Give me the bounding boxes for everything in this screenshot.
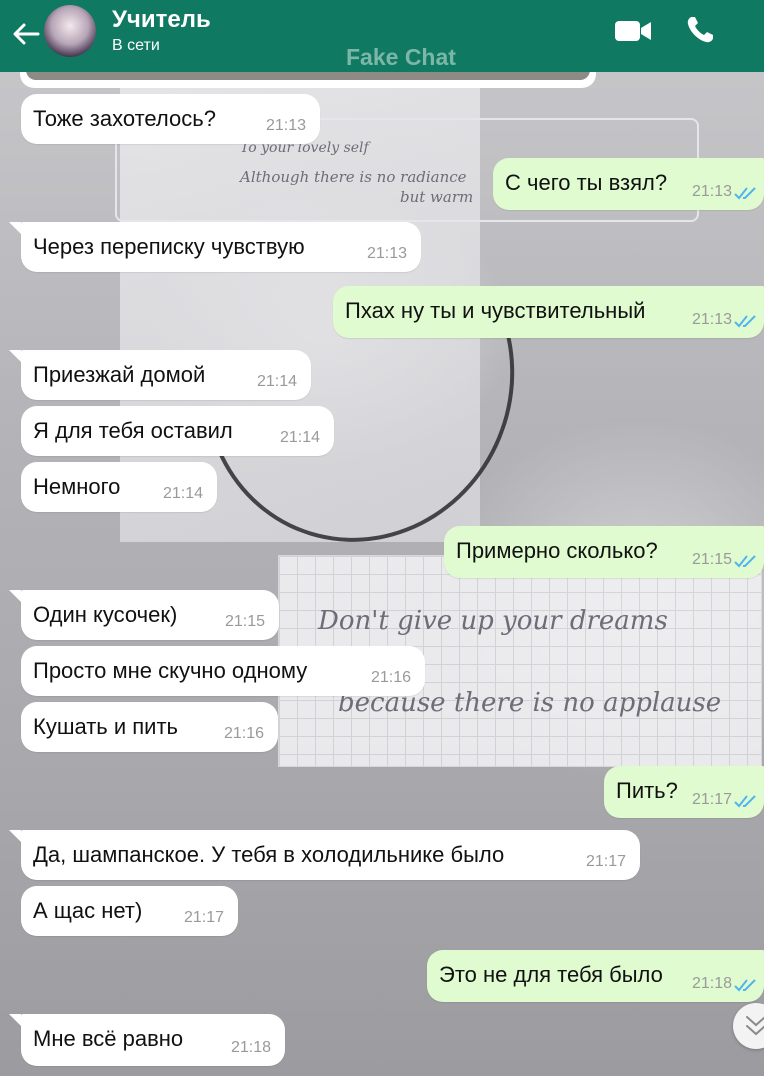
message-time: 21:13: [691, 183, 732, 200]
read-ticks-icon: [734, 315, 756, 328]
bubble-tail: [9, 590, 21, 602]
message-time: 21:14: [279, 429, 320, 446]
read-ticks-icon: [734, 555, 756, 568]
message-text: Мне всё равно: [33, 1026, 184, 1051]
message-text: А щас нет): [33, 898, 143, 923]
message-time: 21:17: [691, 791, 732, 808]
message-time: 21:13: [366, 245, 407, 262]
message-text: Кушать и пить: [33, 714, 179, 739]
message-outgoing[interactable]: Это не для тебя было 21:18: [427, 950, 764, 1002]
message-text: Один кусочек): [33, 602, 178, 627]
watermark: Fake Chat: [346, 44, 456, 70]
message-incoming[interactable]: Да, шампанское. У тебя в холодильнике бы…: [21, 830, 640, 880]
message-text: Тоже захотелось?: [33, 106, 216, 131]
message-incoming[interactable]: Мне всё равно 21:18: [21, 1014, 285, 1066]
message-incoming[interactable]: А щас нет) 21:17: [21, 886, 238, 936]
message-incoming[interactable]: Просто мне скучно одному 21:16: [21, 646, 425, 696]
chevrons-down-icon: [746, 1016, 764, 1036]
message-incoming[interactable]: Приезжай домой 21:14: [21, 350, 311, 400]
message-time: 21:13: [691, 311, 732, 328]
message-incoming[interactable]: Один кусочек) 21:15: [21, 590, 279, 640]
message-incoming[interactable]: Я для тебя оставил 21:14: [21, 406, 334, 456]
read-ticks-icon: [734, 795, 756, 808]
message-incoming[interactable]: Кушать и пить 21:16: [21, 702, 278, 752]
wallpaper-text: Don't give up your dreams: [318, 606, 668, 636]
wallpaper-text: but warm: [400, 188, 474, 206]
bubble-tail: [9, 830, 21, 842]
message-outgoing[interactable]: Примерно сколько? 21:15: [444, 526, 764, 578]
message-time: 21:16: [370, 669, 411, 686]
message-time: 21:14: [256, 373, 297, 390]
contact-name[interactable]: Учитель: [112, 6, 211, 34]
message-time: 21:16: [223, 725, 264, 742]
message-text: Да, шампанское. У тебя в холодильнике бы…: [33, 842, 505, 867]
message-outgoing[interactable]: С чего ты взял? 21:13: [493, 158, 764, 210]
bubble-tail: [9, 1014, 21, 1026]
message-text: Пхах ну ты и чувствительный: [345, 298, 646, 323]
video-camera-icon[interactable]: [614, 16, 652, 46]
message-outgoing[interactable]: Пхах ну ты и чувствительный 21:13: [333, 286, 764, 338]
message-text: Это не для тебя было: [439, 962, 663, 987]
message-time: 21:18: [691, 975, 732, 992]
contact-avatar[interactable]: [44, 5, 96, 57]
message-outgoing[interactable]: Пить? 21:17: [604, 766, 764, 818]
message-time: 21:18: [230, 1039, 271, 1056]
message-time: 21:17: [183, 909, 224, 926]
arrow-left-icon[interactable]: [10, 18, 42, 50]
message-text: Через переписку чувствую: [33, 234, 305, 259]
message-text: Я для тебя оставил: [33, 418, 233, 443]
message-text: Просто мне скучно одному: [33, 658, 308, 683]
message-time: 21:13: [265, 117, 306, 134]
message-time: 21:17: [585, 853, 626, 870]
message-incoming[interactable]: Через переписку чувствую 21:13: [21, 222, 421, 272]
message-incoming[interactable]: Тоже захотелось? 21:13: [21, 94, 320, 144]
message-incoming[interactable]: Немного 21:14: [21, 462, 217, 512]
contact-status: В сети: [112, 37, 160, 54]
message-text: Приезжай домой: [33, 362, 206, 387]
message-text: Пить?: [616, 778, 678, 803]
message-text: С чего ты взял?: [505, 170, 668, 195]
message-time: 21:15: [224, 613, 265, 630]
message-text: Немного: [33, 474, 121, 499]
message-time: 21:14: [162, 485, 203, 502]
message-time: 21:15: [691, 551, 732, 568]
wallpaper-text: Although there is no radiance: [240, 168, 467, 186]
message-text: Примерно сколько?: [456, 538, 658, 563]
bubble-tail: [9, 222, 21, 234]
read-ticks-icon: [734, 979, 756, 992]
phone-icon[interactable]: [684, 14, 716, 46]
bubble-tail: [9, 350, 21, 362]
read-ticks-icon: [734, 187, 756, 200]
